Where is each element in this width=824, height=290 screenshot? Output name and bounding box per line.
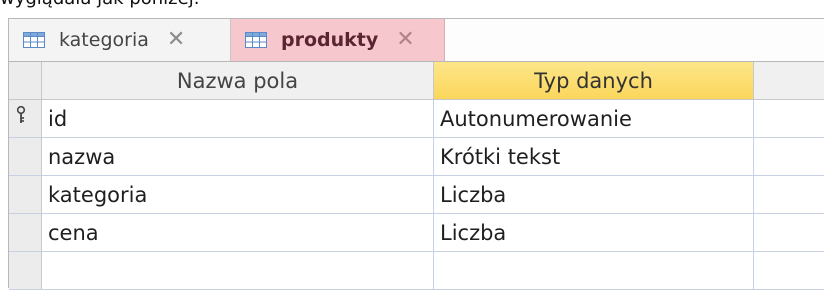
tab-produkty[interactable]: produkty ✕	[231, 19, 445, 61]
document-tab-bar: kategoria ✕ produkty ✕	[9, 19, 824, 62]
field-name-cell[interactable]	[42, 252, 434, 290]
tab-label: produkty	[281, 29, 379, 51]
header-description	[754, 62, 824, 100]
field-name-cell[interactable]: cena	[42, 214, 434, 252]
tab-kategoria[interactable]: kategoria ✕	[9, 19, 231, 61]
description-cell[interactable]	[754, 214, 824, 252]
table-row[interactable]: kategoria Liczba	[9, 176, 824, 214]
table-row[interactable]: cena Liczba	[9, 214, 824, 252]
table-icon	[23, 32, 45, 48]
field-name-cell[interactable]: id	[42, 100, 434, 138]
table-row[interactable]	[9, 252, 824, 290]
table-row[interactable]: nazwa Krótki tekst	[9, 138, 824, 176]
close-icon[interactable]: ✕	[396, 29, 414, 51]
row-selector[interactable]	[9, 176, 42, 214]
description-cell[interactable]	[754, 252, 824, 290]
grid-header-row: Nazwa pola Typ danych	[9, 62, 824, 100]
select-all-corner[interactable]	[9, 62, 42, 100]
header-data-type: Typ danych	[434, 62, 754, 100]
table-design-window: kategoria ✕ produkty ✕ Nazwa pola Typ da…	[8, 18, 824, 290]
row-selector[interactable]	[9, 100, 42, 138]
row-selector[interactable]	[9, 214, 42, 252]
description-cell[interactable]	[754, 176, 824, 214]
row-selector[interactable]	[9, 138, 42, 176]
tab-label: kategoria	[59, 29, 149, 51]
field-name-cell[interactable]: kategoria	[42, 176, 434, 214]
data-type-cell[interactable]: Liczba	[434, 176, 754, 214]
data-type-cell[interactable]: Liczba	[434, 214, 754, 252]
table-row[interactable]: id Autonumerowanie	[9, 100, 824, 138]
primary-key-icon	[16, 106, 26, 123]
description-cell[interactable]	[754, 100, 824, 138]
data-type-cell[interactable]	[434, 252, 754, 290]
row-selector[interactable]	[9, 252, 42, 290]
table-icon	[245, 32, 267, 48]
data-type-cell[interactable]: Autonumerowanie	[434, 100, 754, 138]
caption-text: wyglądała jak poniżej.	[0, 0, 199, 12]
description-cell[interactable]	[754, 138, 824, 176]
field-name-cell[interactable]: nazwa	[42, 138, 434, 176]
data-type-cell[interactable]: Krótki tekst	[434, 138, 754, 176]
header-field-name: Nazwa pola	[42, 62, 434, 100]
close-icon[interactable]: ✕	[167, 29, 185, 51]
